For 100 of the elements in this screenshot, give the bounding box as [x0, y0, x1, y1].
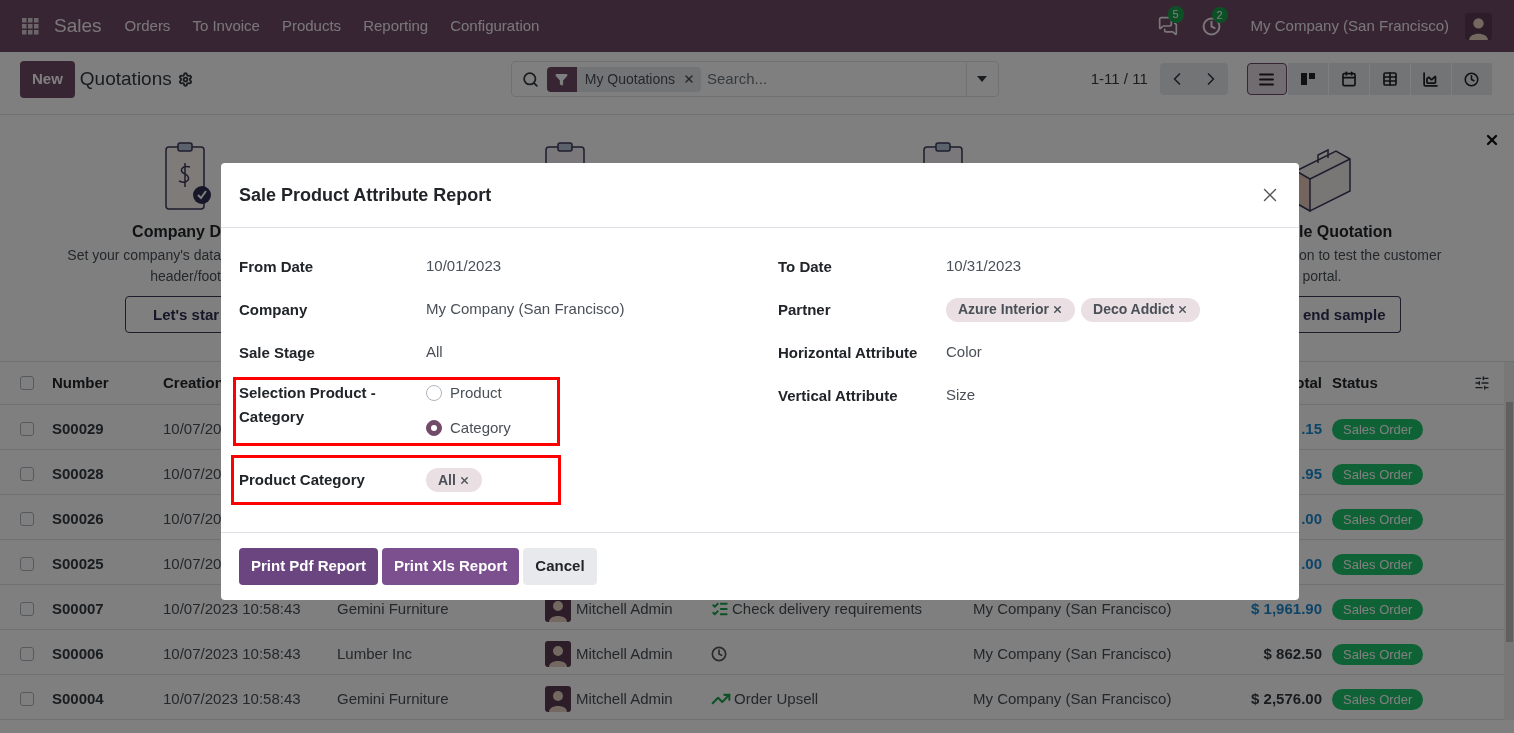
page-title: Quotations	[79, 66, 172, 91]
avatar	[545, 641, 571, 667]
field-value[interactable]: All	[426, 341, 443, 364]
radio-button[interactable]	[426, 385, 442, 401]
row-checkbox[interactable]	[20, 602, 34, 616]
order-total: $ 2,576.00	[1251, 689, 1322, 707]
status-badge: Sales Order	[1332, 418, 1424, 441]
field-label: Partner	[778, 299, 832, 320]
dialog-title: Sale Product Attribute Report	[239, 183, 492, 207]
step-description: on to test the customer	[1299, 246, 1442, 265]
graph-view-button[interactable]	[1410, 63, 1451, 95]
salesperson-name: Mitchell Admin	[576, 688, 673, 709]
facet-label: My Quotations	[583, 69, 676, 89]
remove-icon[interactable]	[458, 474, 470, 486]
step-description: portal.	[1301, 267, 1343, 286]
calendar-view-button[interactable]	[1328, 63, 1369, 95]
field-value[interactable]: Color	[946, 341, 982, 364]
field-value[interactable]: 10/01/2023	[426, 255, 502, 278]
creation-date: 10/07/20	[163, 464, 222, 482]
step-description: Set your company's data	[67, 246, 221, 265]
kanban-icon	[1300, 73, 1315, 85]
step-description: header/foot	[150, 267, 221, 286]
customer-name: Lumber Inc	[337, 644, 413, 662]
menu-item[interactable]: Products	[270, 14, 353, 38]
search-icon[interactable]	[521, 70, 539, 88]
status-badge: Sales Order	[1332, 688, 1424, 711]
chat-icon[interactable]	[1157, 16, 1178, 36]
order-total: .00	[1301, 509, 1322, 527]
pivot-view-button[interactable]	[1369, 63, 1410, 95]
row-checkbox[interactable]	[20, 692, 34, 706]
filter-facet[interactable]: My Quotations	[546, 66, 701, 92]
step-title: le Quotation	[1299, 222, 1393, 242]
dialog-button[interactable]: Cancel	[523, 548, 597, 585]
menu-item[interactable]: Reporting	[352, 14, 440, 38]
settings-icon[interactable]	[177, 71, 193, 87]
row-checkbox[interactable]	[20, 647, 34, 661]
row-checkbox[interactable]	[20, 512, 34, 526]
column-header[interactable]: Status	[1332, 373, 1378, 391]
creation-date: 10/07/20	[163, 554, 222, 572]
remove-icon[interactable]	[1052, 304, 1063, 315]
order-number: S00007	[52, 599, 104, 617]
new-button[interactable]: New	[20, 60, 75, 98]
user-avatar	[1465, 12, 1492, 40]
creation-date: 10/07/2023 10:58:43	[163, 644, 301, 662]
apps-grid-icon[interactable]	[22, 17, 39, 35]
app-name[interactable]: Sales	[54, 11, 102, 41]
radio-button[interactable]	[426, 420, 442, 436]
dialog-button[interactable]: Print Xls Report	[382, 548, 520, 585]
field-value[interactable]: Size	[946, 384, 976, 407]
creation-date: 10/07/20	[163, 509, 222, 527]
column-header[interactable]: Number	[52, 373, 109, 391]
clipboard-icon	[164, 141, 214, 213]
field-value[interactable]: My Company (San Francisco)	[426, 298, 625, 321]
scrollbar[interactable]	[1504, 362, 1514, 720]
menu-item[interactable]: Configuration	[439, 14, 551, 38]
order-number: S00004	[52, 689, 104, 707]
search-input[interactable]: Search...	[707, 67, 966, 91]
row-checkbox[interactable]	[20, 557, 34, 571]
tag-chip: Deco Addict	[1081, 297, 1201, 322]
clock-icon	[1464, 71, 1480, 87]
status-badge: Sales Order	[1332, 643, 1424, 666]
field-label: Horizontal Attribute	[778, 342, 919, 363]
row-checkbox[interactable]	[20, 422, 34, 436]
count-badge: 5	[1167, 6, 1184, 23]
menu-item[interactable]: To Invoice	[181, 14, 271, 38]
activity-summary: Order Upsell	[734, 688, 819, 709]
search-bar[interactable]: My Quotations Search...	[510, 61, 999, 97]
table-icon	[1381, 71, 1398, 87]
salesperson-name: Mitchell Admin	[576, 643, 673, 664]
checklist-icon[interactable]	[711, 600, 729, 618]
activity-summary: Check delivery requirements	[732, 598, 923, 619]
close-icon[interactable]	[1484, 132, 1500, 148]
select-all-checkbox[interactable]	[20, 376, 34, 390]
field-label: Vertical Attribute	[778, 385, 899, 406]
list-view-button[interactable]	[1246, 63, 1287, 95]
field-value[interactable]: 10/31/2023	[946, 255, 1022, 278]
activity-view-button[interactable]	[1451, 63, 1492, 95]
avatar	[545, 686, 571, 712]
remove-icon[interactable]	[1177, 304, 1189, 315]
creation-date: 10/07/2023 10:58:43	[163, 689, 301, 707]
step-title: Company D	[132, 222, 221, 242]
order-total: $ 862.50	[1263, 644, 1322, 662]
column-settings-icon[interactable]	[1474, 375, 1490, 391]
customer-name: Gemini Furniture	[337, 599, 449, 617]
order-number: S00025	[52, 554, 104, 572]
clock-icon[interactable]	[711, 646, 727, 662]
menu-item[interactable]: Orders	[113, 14, 182, 38]
company-switcher[interactable]: My Company (San Francisco)	[1250, 14, 1449, 38]
radio-label[interactable]: Product	[450, 381, 502, 405]
radio-label[interactable]: Category	[450, 416, 511, 440]
company-name: My Company (San Francisco)	[973, 689, 1172, 707]
company-name: My Company (San Francisco)	[973, 644, 1172, 662]
order-total: .00	[1301, 554, 1322, 572]
row-checkbox[interactable]	[20, 467, 34, 481]
dialog-button[interactable]: Print Pdf Report	[239, 548, 378, 585]
kanban-view-button[interactable]	[1287, 63, 1328, 95]
field-label: Company	[239, 299, 309, 320]
field-label: Selection Product - Category	[239, 383, 377, 427]
remove-icon[interactable]	[683, 73, 695, 85]
pager-value[interactable]: 1-11 / 11	[1090, 67, 1148, 91]
